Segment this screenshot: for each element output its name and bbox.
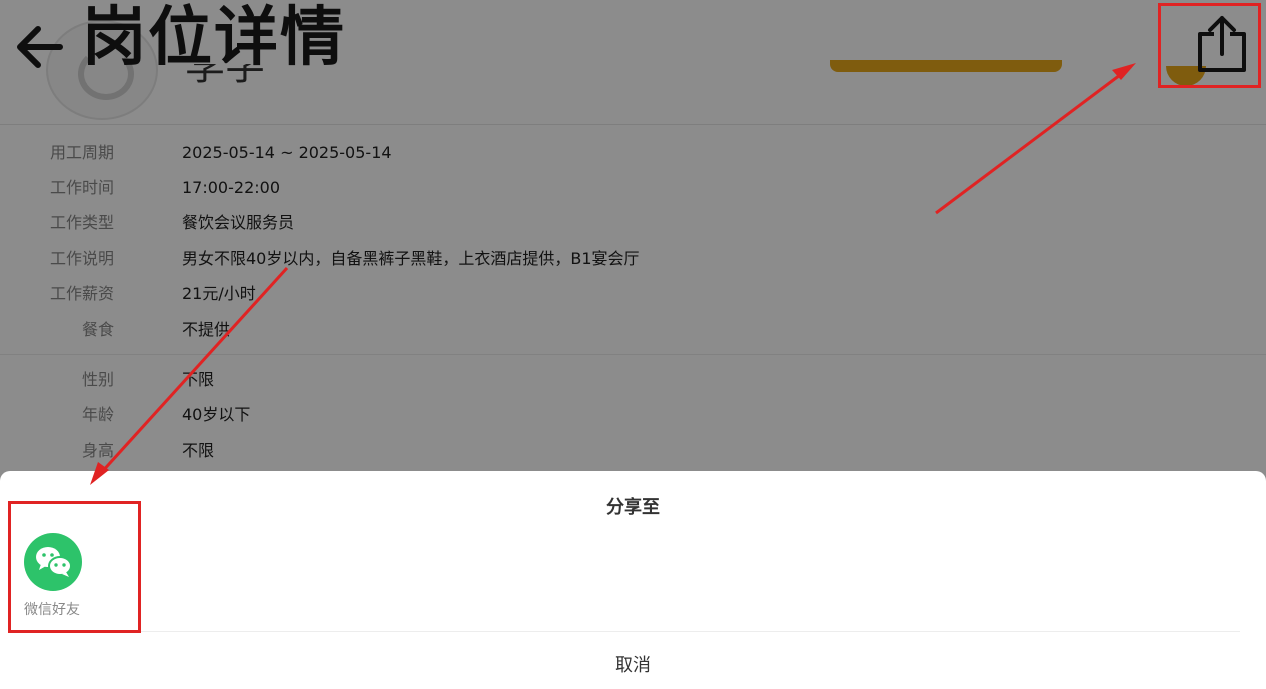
highlight-box-share xyxy=(1158,3,1261,88)
share-sheet-title: 分享至 xyxy=(606,497,660,518)
sheet-divider xyxy=(30,631,1240,632)
share-sheet: 分享至 微信好友 取消 xyxy=(0,471,1266,689)
highlight-box-wechat xyxy=(8,501,141,633)
cancel-button[interactable]: 取消 xyxy=(0,651,1266,677)
